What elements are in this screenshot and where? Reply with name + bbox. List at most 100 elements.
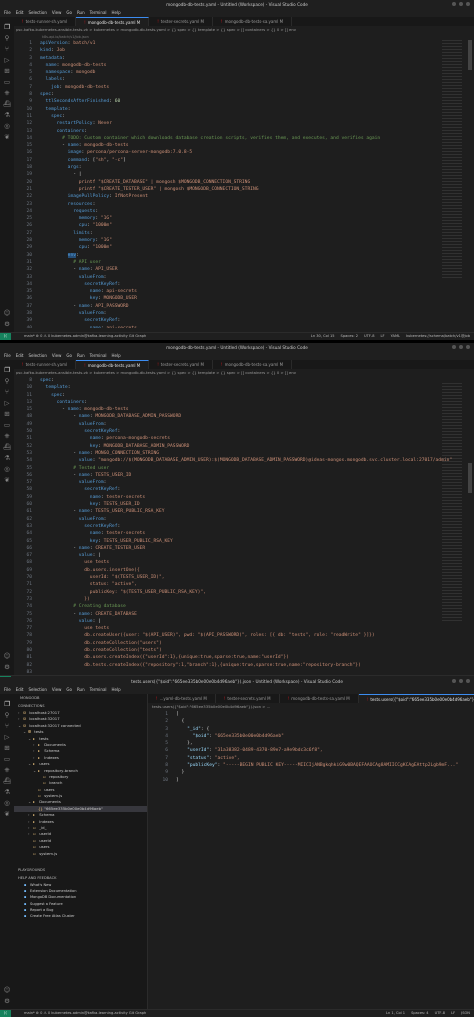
window-controls[interactable] — [452, 345, 470, 349]
window-controls[interactable] — [452, 679, 470, 683]
list-item-0[interactable]: Ln 1, Col 1 — [386, 1010, 405, 1017]
maximize-button[interactable] — [459, 679, 463, 683]
list-item-3[interactable]: View — [52, 9, 62, 17]
list-item-3[interactable]: View — [52, 686, 62, 694]
editor-tab-0[interactable]: ! ...yaml-db-tests.yaml M — [148, 694, 216, 703]
source-control-icon[interactable]: ⑂ — [3, 388, 11, 396]
docker-icon[interactable]: ⛴ — [3, 443, 11, 451]
list-item-5[interactable]: Run — [77, 686, 85, 694]
editor-tab-1[interactable]: ! mongodb-db-tests.yaml M — [76, 17, 150, 26]
settings-gear-icon[interactable]: ⚙ — [3, 663, 11, 671]
close-button[interactable] — [466, 345, 470, 349]
list-item-0[interactable]: File — [4, 352, 11, 360]
search-icon[interactable]: ⚲ — [3, 34, 11, 42]
kubernetes-icon[interactable]: ⎈ — [3, 89, 11, 97]
help-feedback-header[interactable]: HELP AND FEEDBACK — [14, 875, 147, 882]
status-left[interactable]: main* ⊗ 0 ⚠ 0 kubernetes-admin@kafka-lea… — [24, 1010, 146, 1017]
list-item-4[interactable]: Go — [66, 352, 72, 360]
list-item-4[interactable]: YAML — [391, 333, 400, 340]
extensions-icon[interactable]: ⊞ — [3, 67, 11, 75]
window-controls[interactable] — [452, 2, 470, 6]
minimap[interactable] — [442, 383, 462, 623]
gitlens-icon[interactable]: ◎ — [3, 465, 11, 473]
editor-tab-3[interactable]: ! tests.users({"$oid":"665ee335b0e00e0b4d… — [358, 694, 474, 703]
remote-indicator[interactable]: ⟩⟨ — [0, 333, 11, 340]
search-icon[interactable]: ⚲ — [3, 377, 11, 385]
minimize-button[interactable] — [452, 2, 456, 6]
editor-tab-0[interactable]: ! tests-runner-sh.yaml — [14, 360, 77, 369]
list-item-5[interactable]: kubernetes://schema/batch/v1@Job — [406, 333, 470, 340]
close-button[interactable] — [466, 2, 470, 6]
list-item-4[interactable]: Go — [66, 686, 72, 694]
list-item-4[interactable]: JSON — [461, 1010, 470, 1017]
code-editor[interactable]: 1 apiVersion: batch/v1 2 kind: Job 3 metadata… — [16, 40, 468, 328]
docker-icon[interactable]: ⛴ — [3, 777, 11, 785]
maximize-button[interactable] — [459, 345, 463, 349]
connections-header[interactable]: CONNECTIONS — [14, 703, 147, 710]
run-debug-icon[interactable]: ▷ — [3, 733, 11, 741]
list-item-1[interactable]: Spaces: 2 — [341, 333, 358, 340]
editor-tab-1[interactable]: ! tester-secrets.yaml M — [216, 694, 280, 703]
list-item-3[interactable]: LF — [381, 333, 385, 340]
code-editor[interactable]: 8 spec: 10 template: 11 spec: 13 containers:… — [16, 377, 468, 673]
list-item-2[interactable]: Selection — [28, 9, 46, 17]
status-right[interactable]: Ln 30, Col 15 Spaces: 2 UTF-8 LF YAML kuberne… — [311, 333, 470, 340]
list-item-2[interactable]: UTF-8 — [364, 333, 374, 340]
testing-icon[interactable]: ⚗ — [3, 111, 11, 119]
list-item-3[interactable]: View — [52, 352, 62, 360]
extensions-icon[interactable]: ⊞ — [3, 744, 11, 752]
list-item-6[interactable]: Terminal — [90, 686, 107, 694]
minimize-button[interactable] — [452, 345, 456, 349]
close-button[interactable] — [466, 679, 470, 683]
maximize-button[interactable] — [459, 2, 463, 6]
list-item-0[interactable]: File — [4, 9, 11, 17]
mongodb-leaf-icon[interactable]: ❦ — [3, 133, 11, 141]
help-item[interactable]: ▪ Create Free Atlas Cluster — [14, 913, 147, 919]
remote-explorer-icon[interactable]: ▭ — [3, 78, 11, 86]
search-icon[interactable]: ⚲ — [3, 711, 11, 719]
mongodb-leaf-icon[interactable]: ❦ — [3, 810, 11, 818]
remote-indicator[interactable]: ⟩⟨ — [0, 1010, 11, 1017]
list-item-3[interactable]: LF — [451, 1010, 455, 1017]
list-item-7[interactable]: Help — [112, 352, 121, 360]
playgrounds-header[interactable]: PLAYGROUNDS — [14, 867, 147, 874]
run-debug-icon[interactable]: ▷ — [3, 56, 11, 64]
status-left[interactable]: main* ⊗ 0 ⚠ 0 kubernetes-admin@kafka-lea… — [24, 333, 146, 340]
minimize-button[interactable] — [452, 679, 456, 683]
settings-gear-icon[interactable]: ⚙ — [3, 320, 11, 328]
testing-icon[interactable]: ⚗ — [3, 454, 11, 462]
list-item-1[interactable]: Spaces: 4 — [411, 1010, 428, 1017]
list-item-2[interactable]: Selection — [28, 686, 46, 694]
list-item-2[interactable]: Selection — [28, 352, 46, 360]
source-control-icon[interactable]: ⑂ — [3, 45, 11, 53]
list-item-5[interactable]: Run — [77, 9, 85, 17]
files-icon[interactable]: ❐ — [3, 23, 11, 31]
list-item-6[interactable]: Terminal — [90, 352, 107, 360]
accounts-icon[interactable]: ☺ — [3, 309, 11, 317]
editor-tab-3[interactable]: ! mongodb-db-tests-sa.yaml M — [213, 360, 293, 369]
settings-gear-icon[interactable]: ⚙ — [3, 997, 11, 1005]
gitlens-icon[interactable]: ◎ — [3, 799, 11, 807]
scrollbar[interactable] — [468, 40, 472, 70]
gitlens-icon[interactable]: ◎ — [3, 122, 11, 130]
list-item-1[interactable]: Edit — [16, 9, 24, 17]
list-item-7[interactable]: Help — [112, 686, 121, 694]
json-document-editor[interactable]: 1[2 {3 "_id": {4 "$oid": "665ee335b0e00e… — [152, 711, 468, 784]
list-item-6[interactable]: Terminal — [90, 9, 107, 17]
breadcrumb[interactable]: psc-kafka-kubernetes-ansible-tests-vk > … — [16, 369, 474, 377]
editor-tab-0[interactable]: ! tests-runner-sh.yaml — [14, 17, 77, 26]
list-item-1[interactable]: Edit — [16, 686, 24, 694]
accounts-icon[interactable]: ☺ — [3, 652, 11, 660]
editor-tab-2[interactable]: ! tester-secrets.yaml M — [149, 17, 214, 26]
kubernetes-icon[interactable]: ⎈ — [3, 766, 11, 774]
list-item-1[interactable]: Edit — [16, 352, 24, 360]
mongodb-leaf-icon[interactable]: ❦ — [3, 476, 11, 484]
remote-explorer-icon[interactable]: ▭ — [3, 755, 11, 763]
editor-tab-2[interactable]: ! mongodb-db-tests-sa.yaml M — [280, 694, 359, 703]
kubernetes-icon[interactable]: ⎈ — [3, 432, 11, 440]
list-item-7[interactable]: Help — [112, 9, 121, 17]
extensions-icon[interactable]: ⊞ — [3, 410, 11, 418]
remote-explorer-icon[interactable]: ▭ — [3, 421, 11, 429]
run-debug-icon[interactable]: ▷ — [3, 399, 11, 407]
tree-item-leaf[interactable]: ▫ system.js — [14, 851, 147, 857]
